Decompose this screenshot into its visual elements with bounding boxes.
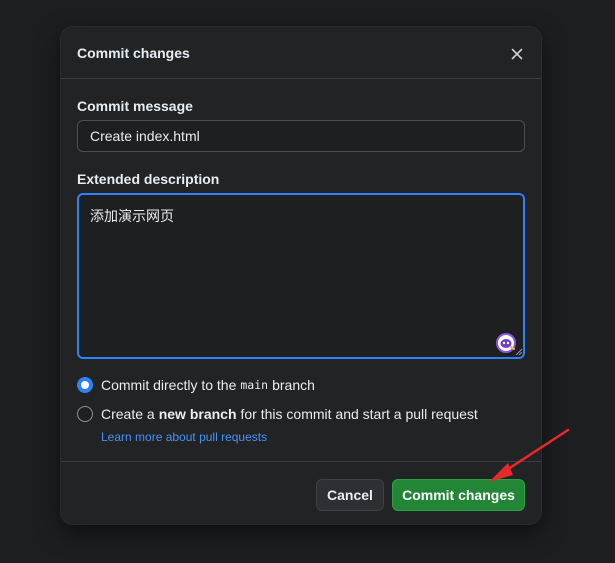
branch-name: main [240,378,269,392]
commit-directly-option[interactable]: Commit directly to the main branch [77,377,315,393]
dialog-title: Commit changes [77,45,190,61]
new-branch-bold: new branch [158,406,237,422]
new-branch-option[interactable]: Create a new branch for this commit and … [77,406,478,422]
new-branch-radio[interactable] [77,406,93,422]
dialog-header: Commit changes [61,27,541,79]
new-branch-prefix: Create a [101,406,155,422]
close-button[interactable] [507,44,527,64]
commit-message-label: Commit message [77,98,193,114]
resize-grip-icon[interactable] [515,348,523,356]
cancel-button[interactable]: Cancel [316,479,384,511]
commit-directly-suffix: branch [272,377,315,393]
close-icon [511,48,523,60]
learn-more-pull-requests-link[interactable]: Learn more about pull requests [101,430,267,444]
commit-changes-button[interactable]: Commit changes [392,479,525,511]
extended-description-label: Extended description [77,171,220,187]
commit-directly-radio[interactable] [77,377,93,393]
commit-message-input[interactable] [77,120,525,152]
new-branch-suffix: for this commit and start a pull request [240,406,478,422]
commit-directly-prefix: Commit directly to the [101,377,237,393]
commit-changes-dialog: Commit changes Commit message Extended d… [61,27,541,524]
extended-description-textarea[interactable] [77,193,525,359]
copilot-assistant-icon[interactable] [496,333,516,353]
